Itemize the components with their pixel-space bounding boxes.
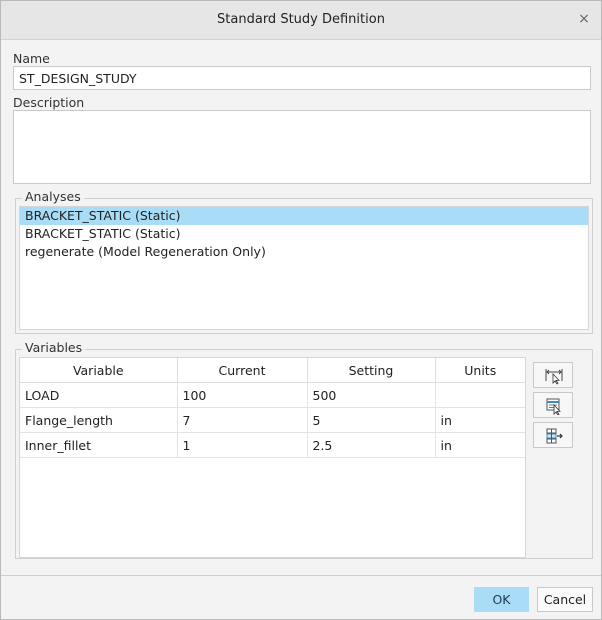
- variables-label: Variables: [22, 340, 86, 355]
- add-variable-button[interactable]: [533, 422, 573, 448]
- table-row[interactable]: LOAD 100 500: [20, 382, 525, 408]
- analysis-item[interactable]: BRACKET_STATIC (Static): [20, 207, 588, 225]
- select-dimension-icon: [545, 369, 563, 385]
- add-variable-icon: [546, 428, 563, 444]
- table-row[interactable]: Inner_fillet 1 2.5 in: [20, 432, 525, 458]
- analysis-item[interactable]: regenerate (Model Regeneration Only): [20, 243, 588, 261]
- cell-variable: Flange_length: [20, 407, 178, 433]
- cell-current: 1: [177, 432, 308, 458]
- footer-divider: [1, 575, 601, 576]
- cell-current: 7: [177, 407, 308, 433]
- cell-units: in: [435, 407, 525, 433]
- analyses-list: BRACKET_STATIC (Static) BRACKET_STATIC (…: [19, 206, 589, 330]
- description-label: Description: [13, 95, 85, 110]
- cell-setting[interactable]: 500: [307, 382, 436, 408]
- description-textarea[interactable]: [13, 110, 591, 184]
- cell-units: in: [435, 432, 525, 458]
- close-icon[interactable]: ×: [575, 10, 593, 28]
- dialog-titlebar: Standard Study Definition ×: [1, 1, 601, 40]
- cell-setting[interactable]: 5: [307, 407, 436, 433]
- ok-button[interactable]: OK: [474, 587, 529, 612]
- table-header-row: Variable Current Setting Units: [20, 358, 525, 383]
- select-parameter-icon: [546, 398, 561, 415]
- table-row[interactable]: Flange_length 7 5 in: [20, 407, 525, 433]
- analysis-item[interactable]: BRACKET_STATIC (Static): [20, 225, 588, 243]
- analyses-group: Analyses BRACKET_STATIC (Static) BRACKET…: [15, 189, 593, 334]
- variables-group: Variables Variable Current Setting Units: [15, 340, 593, 559]
- column-header-units[interactable]: Units: [435, 358, 525, 383]
- name-input[interactable]: [13, 66, 591, 90]
- cell-current: 100: [177, 382, 308, 408]
- cell-units: [435, 382, 525, 408]
- select-dimension-button[interactable]: [533, 362, 573, 388]
- study-definition-dialog: Standard Study Definition × Name Descrip…: [0, 0, 602, 620]
- cell-variable: LOAD: [20, 382, 178, 408]
- column-header-setting[interactable]: Setting: [307, 358, 436, 383]
- column-header-variable[interactable]: Variable: [20, 358, 178, 383]
- cancel-button[interactable]: Cancel: [537, 587, 593, 612]
- name-label: Name: [13, 51, 50, 66]
- cell-setting[interactable]: 2.5: [307, 432, 436, 458]
- dialog-title: Standard Study Definition: [217, 12, 385, 27]
- analyses-label: Analyses: [22, 189, 84, 204]
- column-header-current[interactable]: Current: [177, 358, 308, 383]
- select-parameter-button[interactable]: [533, 392, 573, 418]
- variables-table: Variable Current Setting Units LOAD 100 …: [19, 357, 526, 558]
- cell-variable: Inner_fillet: [20, 432, 178, 458]
